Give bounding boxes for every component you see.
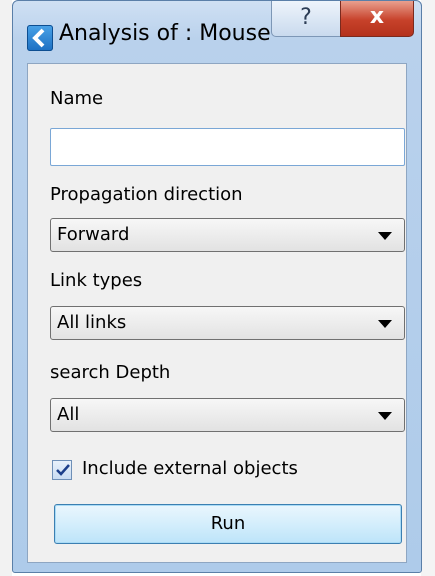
include-external-label[interactable]: Include external objects (82, 458, 298, 479)
chevron-down-icon (378, 232, 392, 240)
search-depth-select[interactable]: All (50, 398, 405, 432)
search-depth-label: search Depth (50, 362, 171, 383)
include-external-checkbox[interactable] (52, 460, 72, 480)
help-button[interactable]: ? (271, 1, 341, 37)
analysis-dialog: Analysis of : Mouse ? x Name Propagation… (12, 0, 422, 573)
close-button[interactable]: x (340, 1, 414, 37)
name-input[interactable] (50, 128, 405, 166)
propagation-direction-select[interactable]: Forward (50, 218, 405, 252)
propagation-direction-value: Forward (57, 224, 130, 245)
chevron-down-icon (378, 320, 392, 328)
propagation-direction-label: Propagation direction (50, 184, 243, 205)
app-icon (27, 25, 53, 51)
link-types-value: All links (57, 312, 127, 333)
chevron-down-icon (378, 412, 392, 420)
link-types-select[interactable]: All links (50, 306, 405, 340)
window-title: Analysis of : Mouse (59, 21, 271, 46)
link-types-label: Link types (50, 270, 143, 291)
search-depth-value: All (57, 404, 80, 425)
run-button[interactable]: Run (54, 504, 402, 544)
dialog-content: Name Propagation direction Forward Link … (27, 63, 407, 563)
background-app-left (0, 0, 12, 576)
checkmark-icon (56, 464, 70, 476)
title-bar[interactable]: Analysis of : Mouse ? x (13, 1, 421, 63)
background-app-right (421, 0, 435, 576)
name-label: Name (50, 88, 104, 109)
